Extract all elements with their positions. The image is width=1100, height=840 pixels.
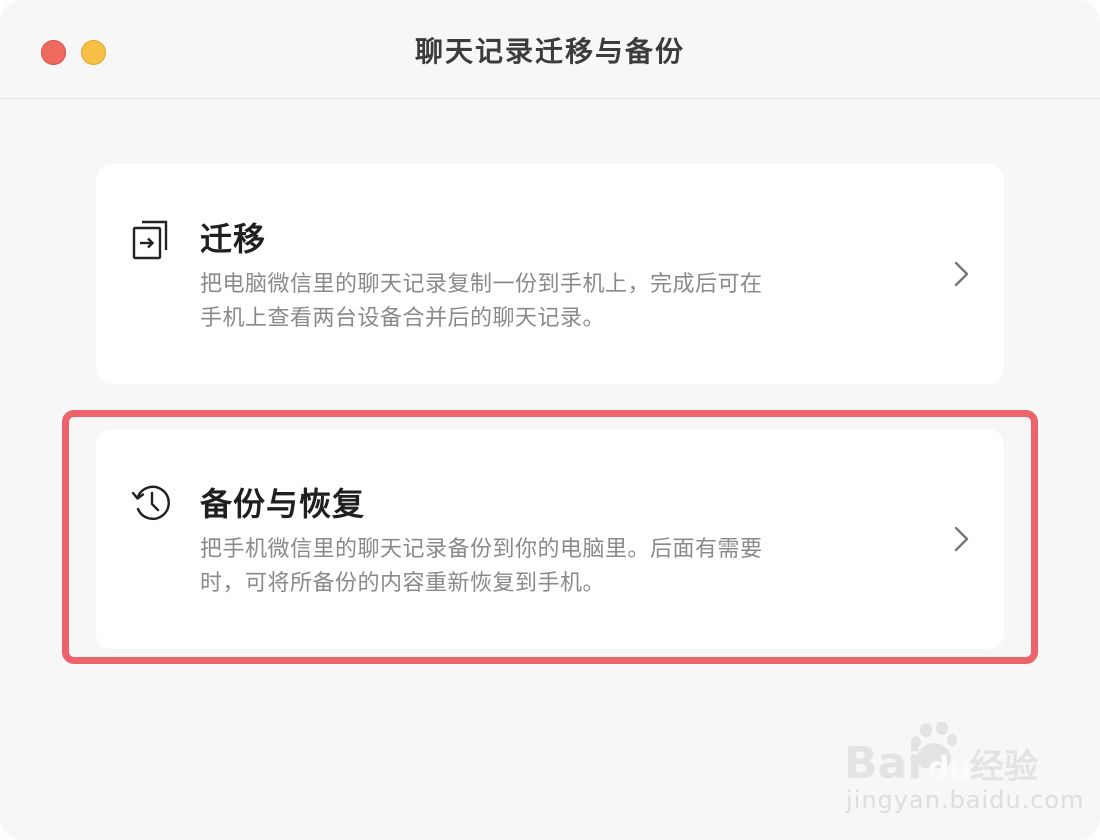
backup-restore-title: 备份与恢复 [200,485,366,523]
baidu-logo-icon: Bai du 经验 [844,722,1038,789]
title-bar: 聊天记录迁移与备份 [0,0,1100,99]
svg-text:经验: 经验 [970,747,1038,787]
svg-text:Bai: Bai [844,738,922,789]
window-title: 聊天记录迁移与备份 [414,35,685,68]
app-window: 聊天记录迁移与备份 迁移 把电脑微信里的聊天记录复制一份到手机上，完成后可在 手… [0,0,1100,840]
migrate-description-line-1: 把电脑微信里的聊天记录复制一份到手机上，完成后可在 [200,272,763,297]
svg-text:du: du [928,751,971,786]
watermark-url: jingyan.baidu.com [846,786,1085,814]
chevron-right-icon [954,261,969,287]
migrate-option-card[interactable]: 迁移 把电脑微信里的聊天记录复制一份到手机上，完成后可在 手机上查看两台设备合并… [96,164,1004,384]
migrate-title: 迁移 [200,220,267,258]
migrate-description-line-2: 手机上查看两台设备合并后的聊天记录。 [200,306,606,331]
backup-restore-description-line-1: 把手机微信里的聊天记录备份到你的电脑里。后面有需要 [200,537,763,562]
migrate-description: 把电脑微信里的聊天记录复制一份到手机上，完成后可在 手机上查看两台设备合并后的聊… [200,268,820,336]
backup-restore-description: 把手机微信里的聊天记录备份到你的电脑里。后面有需要 时，可将所备份的内容重新恢复… [200,533,820,601]
backup-restore-description-line-2: 时，可将所备份的内容重新恢复到手机。 [200,571,606,596]
baidu-jingyan-watermark: Bai du 经验 jingyan.baidu.com [842,722,1083,822]
import-arrow-icon [132,220,168,260]
chevron-right-icon [954,526,969,552]
backup-restore-option-card[interactable]: 备份与恢复 把手机微信里的聊天记录备份到你的电脑里。后面有需要 时，可将所备份的… [96,429,1004,649]
history-clock-icon [131,485,170,520]
